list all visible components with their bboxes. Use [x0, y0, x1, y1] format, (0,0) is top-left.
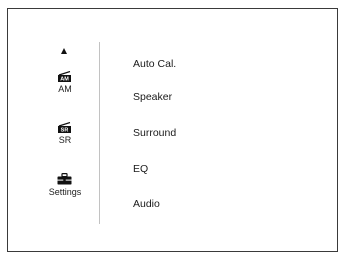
sidebar-item-label: AM — [58, 84, 72, 94]
menu-item-speaker[interactable]: Speaker — [133, 91, 172, 103]
sidebar-item-label: Settings — [48, 187, 82, 197]
sidebar-item-am[interactable]: AM AM — [35, 69, 95, 94]
menu-item-eq[interactable]: EQ — [133, 163, 148, 175]
divider — [99, 42, 100, 224]
sidebar-item-sr[interactable]: SR SR — [35, 120, 95, 145]
svg-text:SR: SR — [61, 128, 69, 133]
toolbox-settings-icon — [55, 172, 75, 186]
scroll-up-icon[interactable] — [61, 48, 67, 54]
setup-menu-screen: AM AM SR SR Settings Auto Cal. Speaker S… — [7, 8, 338, 252]
sr-surround-icon: SR — [55, 120, 75, 134]
sidebar-item-settings[interactable]: Settings — [35, 172, 95, 197]
menu-item-auto-cal[interactable]: Auto Cal. — [133, 58, 176, 70]
menu-item-surround[interactable]: Surround — [133, 127, 176, 139]
am-radio-icon: AM — [55, 69, 75, 83]
svg-text:AM: AM — [60, 77, 69, 82]
sidebar-item-label: SR — [58, 135, 72, 145]
menu-item-audio[interactable]: Audio — [133, 198, 160, 210]
sidebar: AM AM SR SR Settings — [8, 9, 100, 251]
